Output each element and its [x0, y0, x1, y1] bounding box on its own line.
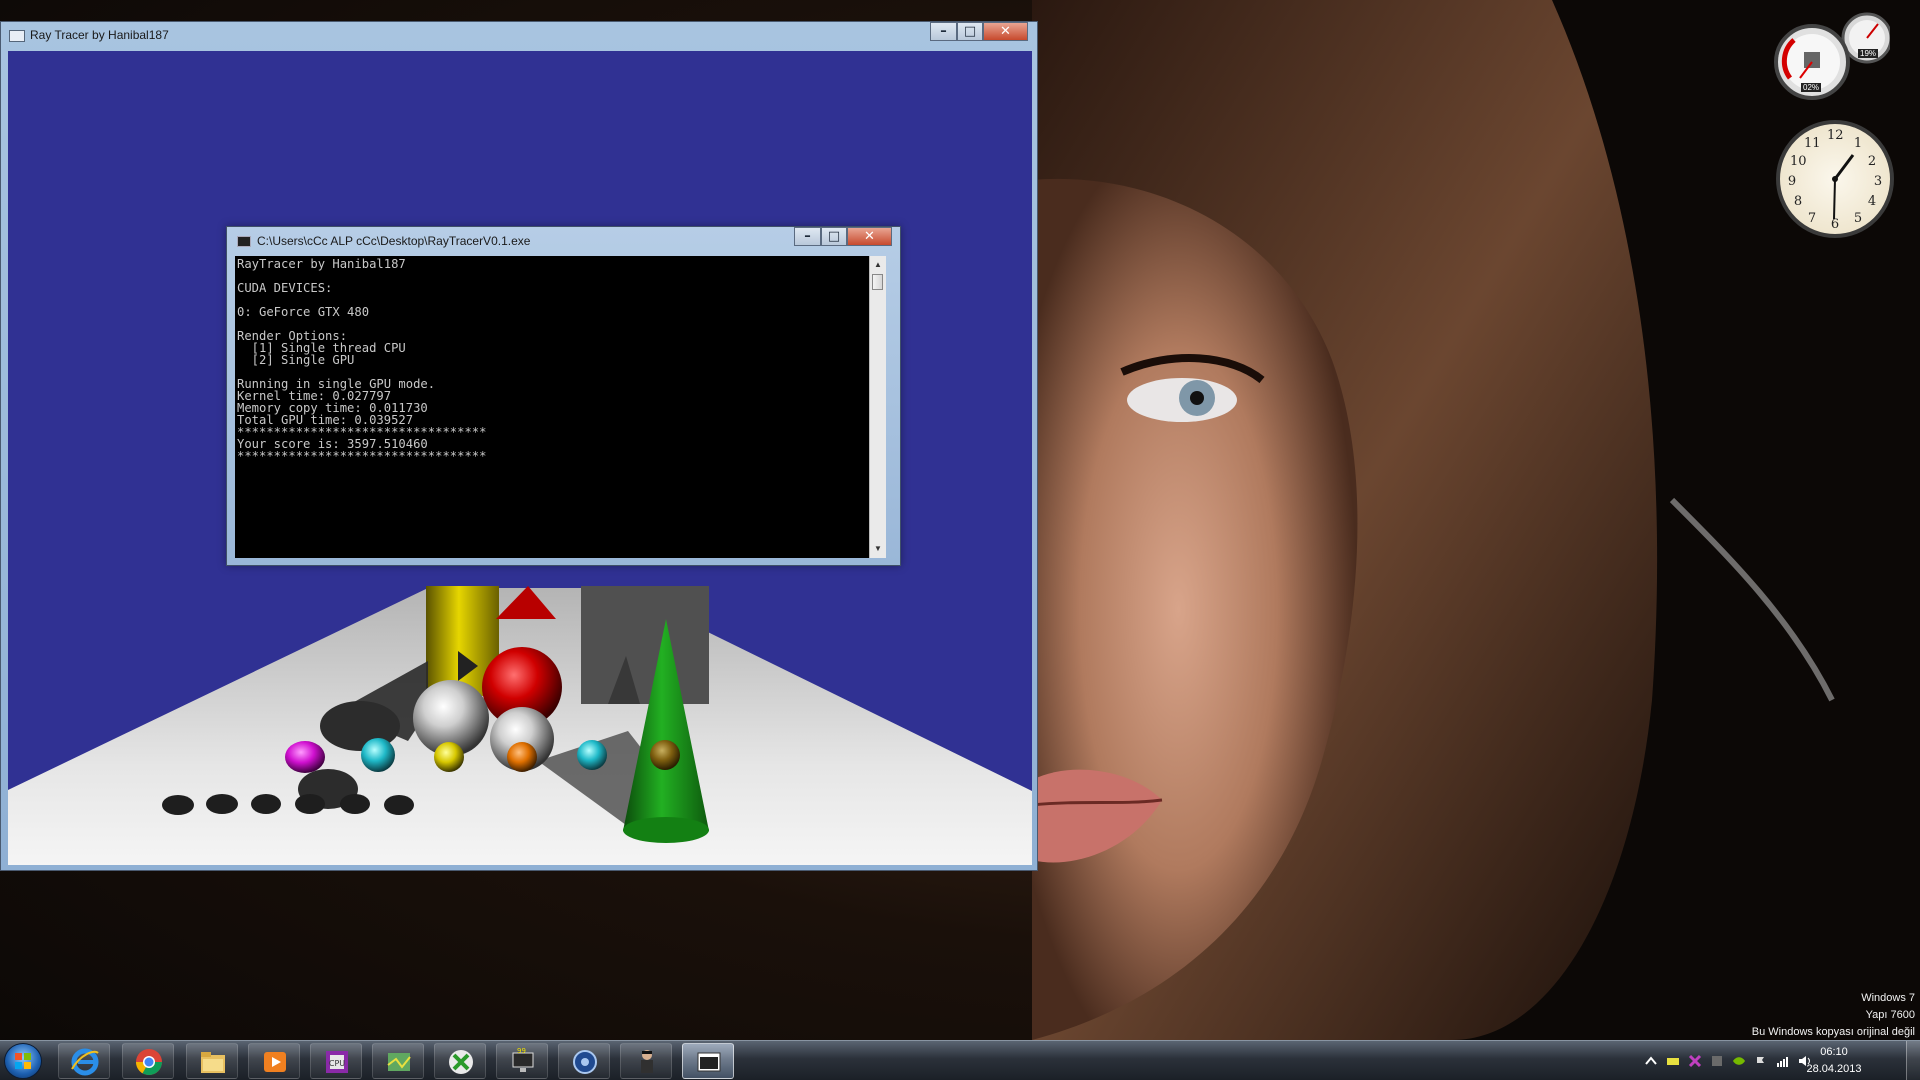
- file-explorer-icon: [201, 1052, 225, 1073]
- floor-shadow: [295, 794, 325, 814]
- memory-usage-label: 19%: [1858, 49, 1879, 58]
- network-activity-icon[interactable]: [1710, 1054, 1724, 1068]
- media-player-icon: [264, 1052, 286, 1072]
- floor-shadow: [251, 794, 281, 814]
- keyboard-icon[interactable]: [1666, 1054, 1680, 1068]
- console-window[interactable]: C:\Users\cCc ALP cCc\Desktop\RayTracerV0…: [226, 226, 901, 566]
- system-tray: 06:10 28.04.2013: [1630, 1041, 1920, 1080]
- maximize-button[interactable]: □: [821, 227, 847, 246]
- taskbar-clock-time[interactable]: 06:10: [1794, 1046, 1874, 1058]
- chrome-icon: [136, 1049, 162, 1075]
- computer-monitor-icon: 99: [512, 1047, 534, 1072]
- show-desktop-button[interactable]: [1906, 1041, 1920, 1080]
- taskbar: CPU 99 06:10 28.04.2013: [0, 1040, 1920, 1080]
- cyan-sphere: [361, 738, 395, 772]
- taskbar-file-explorer[interactable]: [186, 1043, 238, 1079]
- taskbar-clock-date[interactable]: 28.04.2013: [1794, 1063, 1874, 1075]
- taskbar-internet-explorer[interactable]: [58, 1043, 110, 1079]
- action-center-icon[interactable]: [1754, 1054, 1768, 1068]
- tools-app-icon: [573, 1050, 597, 1074]
- watermark-line: Yapı 7600: [1865, 1009, 1915, 1021]
- utility-tray-icon[interactable]: [1688, 1054, 1702, 1068]
- clock-hands: [1832, 154, 1855, 220]
- map-app-icon: [387, 1053, 411, 1071]
- cpu-usage-label: 02%: [1801, 83, 1822, 92]
- desktop: Ray Tracer by Hanibal187 – □ ✕ C:\Users\…: [0, 0, 1920, 1080]
- taskbar-computer-monitor[interactable]: 99: [496, 1043, 548, 1079]
- floor-shadow: [384, 795, 414, 815]
- vertical-scrollbar[interactable]: ▲ ▼: [869, 256, 886, 558]
- ray-tracer-window-controls: – □ ✕: [930, 22, 1028, 41]
- svg-text:99: 99: [517, 1047, 526, 1055]
- orange-sphere: [507, 742, 537, 772]
- box-object: [581, 586, 709, 704]
- network-signal-icon[interactable]: [1776, 1054, 1790, 1068]
- scroll-up-arrow-icon[interactable]: ▲: [870, 257, 886, 273]
- scroll-down-arrow-icon[interactable]: ▼: [870, 541, 886, 557]
- taskbar-chrome[interactable]: [122, 1043, 174, 1079]
- xbox-icon: [449, 1050, 473, 1074]
- floor-shadow: [206, 794, 238, 814]
- taskbar-media-player[interactable]: [248, 1043, 300, 1079]
- game-character-icon: [641, 1050, 653, 1073]
- taskbar-console-app[interactable]: [682, 1043, 734, 1079]
- cpu-z-icon: CPU: [326, 1051, 348, 1073]
- cyan-sphere: [577, 740, 607, 770]
- console-window-icon: [237, 236, 251, 247]
- ray-tracer-title: Ray Tracer by Hanibal187: [30, 28, 169, 42]
- taskbar-map-app[interactable]: [372, 1043, 424, 1079]
- console-output: RayTracer by Hanibal187 CUDA DEVICES: 0:…: [237, 257, 487, 463]
- internet-explorer-icon: [71, 1048, 99, 1076]
- app-window-icon: [9, 30, 25, 42]
- olive-sphere: [650, 740, 680, 770]
- close-button[interactable]: ✕: [983, 22, 1028, 41]
- close-button[interactable]: ✕: [847, 227, 892, 246]
- taskbar-cpu-z[interactable]: CPU: [310, 1043, 362, 1079]
- maximize-button[interactable]: □: [957, 22, 983, 41]
- taskbar-game-character[interactable]: [620, 1043, 672, 1079]
- watermark-line: Bu Windows kopyası orijinal değil: [1751, 1026, 1915, 1038]
- minimize-button[interactable]: –: [930, 22, 957, 41]
- console-output-area[interactable]: RayTracer by Hanibal187 CUDA DEVICES: 0:…: [235, 256, 886, 558]
- console-app-icon: [697, 1052, 721, 1072]
- watermark-line: Windows 7: [1861, 992, 1915, 1004]
- clock-gadget[interactable]: 12 1 2 3 4 5 6 7 8 9 10 11: [1776, 120, 1894, 238]
- minimize-button[interactable]: –: [794, 227, 821, 246]
- scroll-thumb[interactable]: [872, 274, 883, 290]
- taskbar-tools-app[interactable]: [558, 1043, 610, 1079]
- start-button-icon[interactable]: [4, 1043, 42, 1079]
- taskbar-xbox[interactable]: [434, 1043, 486, 1079]
- console-window-controls: – □ ✕: [794, 227, 892, 246]
- floor-shadow: [340, 794, 370, 814]
- console-title: C:\Users\cCc ALP cCc\Desktop\RayTracerV0…: [257, 234, 531, 248]
- floor-shadow: [162, 795, 194, 815]
- magenta-sphere: [285, 741, 325, 773]
- windows-watermark: Windows 7 Yapı 7600 Bu Windows kopyası o…: [1752, 990, 1915, 1041]
- yellow-sphere: [434, 742, 464, 772]
- show-hidden-icons-icon[interactable]: [1644, 1054, 1658, 1068]
- nvidia-icon[interactable]: [1732, 1054, 1746, 1068]
- svg-text:CPU: CPU: [329, 1059, 345, 1068]
- ray-tracer-titlebar[interactable]: Ray Tracer by Hanibal187 – □ ✕: [1, 22, 1037, 50]
